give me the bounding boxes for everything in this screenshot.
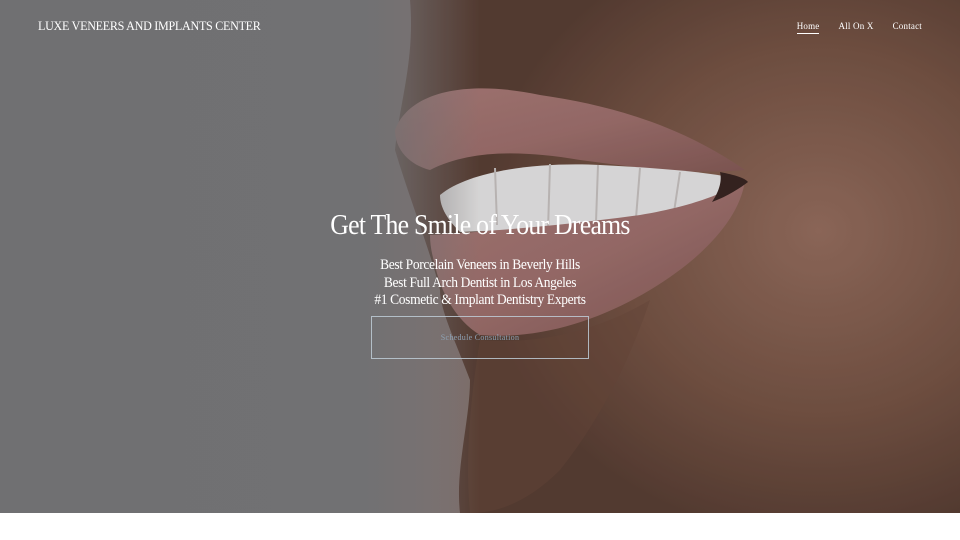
hero-subline-experts: #1 Cosmetic & Implant Dentistry Experts — [374, 292, 586, 308]
nav-home-link[interactable]: Home — [796, 21, 820, 34]
site-logo[interactable]: LUXE VENEERS AND IMPLANTS CENTER — [38, 18, 261, 34]
hero-headline: Get The Smile of Your Dreams — [330, 210, 630, 241]
nav-all-on-x-link[interactable]: All On X — [838, 21, 873, 34]
hero-sublines: Best Porcelain Veneers in Beverly Hills … — [0, 257, 960, 310]
main-nav: Home All On X Contact — [796, 21, 922, 34]
below-fold-section — [0, 513, 960, 540]
schedule-consultation-button[interactable]: Schedule Consultation — [371, 316, 589, 359]
hero-section: LUXE VENEERS AND IMPLANTS CENTER Home Al… — [0, 0, 960, 513]
hero-subline-full-arch: Best Full Arch Dentist in Los Angeles — [383, 274, 577, 291]
schedule-consultation-label: Schedule Consultation — [440, 333, 520, 342]
nav-contact-link[interactable]: Contact — [893, 21, 922, 34]
hero-subline-veneers: Best Porcelain Veneers in Beverly Hills — [380, 257, 580, 273]
site-header: LUXE VENEERS AND IMPLANTS CENTER Home Al… — [0, 0, 960, 56]
